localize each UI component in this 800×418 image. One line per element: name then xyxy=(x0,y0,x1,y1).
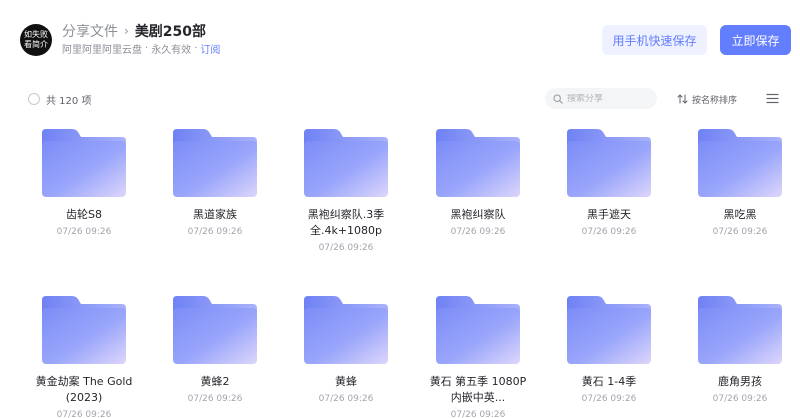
folder-icon xyxy=(698,296,782,364)
folder-date: 07/26 09:26 xyxy=(712,394,768,404)
folder-icon xyxy=(436,129,520,197)
folder-item[interactable]: 黄蜂 07/26 09:26 xyxy=(291,296,401,405)
folder-item[interactable]: 黄石 1-4季 07/26 09:26 xyxy=(554,296,664,405)
folder-icon xyxy=(173,296,257,364)
folder-item[interactable]: 黑吃黑 07/26 09:26 xyxy=(685,129,795,238)
folder-date: 07/26 09:26 xyxy=(581,227,637,237)
folder-name: 黑手遮天 xyxy=(587,208,631,221)
folder-date: 07/26 09:26 xyxy=(450,227,506,237)
folder-item[interactable]: 黑手遮天 07/26 09:26 xyxy=(554,129,664,238)
folder-name: 黄石 1-4季 xyxy=(581,375,637,388)
folder-date: 07/26 09:26 xyxy=(187,394,243,404)
folder-icon xyxy=(42,296,126,364)
share-page: 如失败 看简介 分享文件 › 美剧250部 阿里阿里阿里云盘 · 永久有效 · … xyxy=(0,0,800,418)
folder-date: 07/26 09:26 xyxy=(56,227,112,237)
folder-name: 黑道家族 xyxy=(193,208,237,221)
folder-date: 07/26 09:26 xyxy=(318,394,374,404)
folder-date: 07/26 09:26 xyxy=(318,243,374,253)
folder-name: 黄金劫案 The Gold (2023) xyxy=(35,375,133,404)
folder-icon xyxy=(567,296,651,364)
folder-name: 黑袍纠察队.3季全.4k+1080p xyxy=(307,208,385,237)
folder-name: 齿轮S8 xyxy=(66,208,102,221)
folder-item[interactable]: 齿轮S8 07/26 09:26 xyxy=(29,129,139,238)
folder-date: 07/26 09:26 xyxy=(450,410,506,418)
folder-icon xyxy=(567,129,651,197)
folder-name: 黄蜂 xyxy=(335,375,357,388)
folder-name: 黑吃黑 xyxy=(723,208,757,221)
folder-icon xyxy=(304,129,388,197)
folder-icon xyxy=(173,129,257,197)
folder-item[interactable]: 黑袍纠察队.3季全.4k+1080p 07/26 09:26 xyxy=(291,129,401,254)
folder-item[interactable]: 黄金劫案 The Gold (2023) 07/26 09:26 xyxy=(29,296,139,418)
folder-icon xyxy=(42,129,126,197)
folder-name: 鹿角男孩 xyxy=(718,375,762,388)
folder-date: 07/26 09:26 xyxy=(56,410,112,418)
folder-date: 07/26 09:26 xyxy=(187,227,243,237)
folder-item[interactable]: 黄石 第五季 1080P 内嵌中英... 07/26 09:26 xyxy=(423,296,533,418)
folder-icon xyxy=(436,296,520,364)
folder-icon xyxy=(698,129,782,197)
folder-item[interactable]: 黑道家族 07/26 09:26 xyxy=(160,129,270,238)
folder-item[interactable]: 黑袍纠察队 07/26 09:26 xyxy=(423,129,533,238)
file-grid: 齿轮S8 07/26 09:26 黑道家族 07/26 09:26 黑袍纠察队.3季全.… xyxy=(0,0,800,418)
folder-name: 黑袍纠察队 xyxy=(450,208,506,221)
folder-item[interactable]: 黄蜂2 07/26 09:26 xyxy=(160,296,270,405)
folder-name: 黄石 第五季 1080P 内嵌中英... xyxy=(429,375,527,404)
folder-name: 黄蜂2 xyxy=(200,375,230,388)
folder-date: 07/26 09:26 xyxy=(581,394,637,404)
folder-icon xyxy=(304,296,388,364)
folder-date: 07/26 09:26 xyxy=(712,227,768,237)
folder-item[interactable]: 鹿角男孩 07/26 09:26 xyxy=(685,296,795,405)
